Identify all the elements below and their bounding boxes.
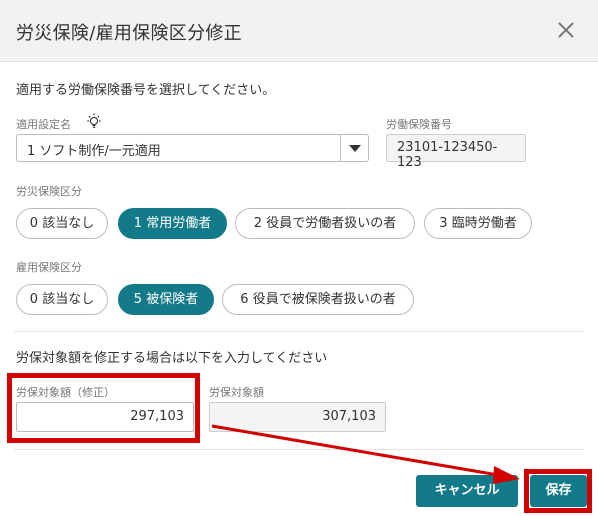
arrow-shaft [211,424,499,477]
setting-select-value: 1 ソフト制作/一元適用 [27,144,161,159]
rosai-label: 労災保険区分 [16,185,82,198]
close-icon[interactable] [554,18,578,42]
rosai-option-0[interactable]: 0 該当なし [16,208,108,239]
section-divider [14,331,584,332]
rosai-option-3[interactable]: 3 臨時労働者 [424,208,532,239]
rosai-option-1[interactable]: 1 常用労働者 [118,208,227,239]
dialog-title: 労災保険/雇用保険区分修正 [16,23,242,44]
instruction-text: 適用する労働保険番号を選択してください。 [16,83,276,98]
lightbulb-icon[interactable] [86,113,102,129]
koyo-option-2[interactable]: 6 役員で被保険者扱いの者 [222,284,414,315]
footer-divider [14,449,584,450]
dialog-header: 労災保険/雇用保険区分修正 [0,0,598,62]
chevron-down-icon[interactable] [340,135,368,161]
insurance-number-label: 労働保険番号 [386,118,452,131]
setting-label: 適用設定名 [16,118,71,131]
original-amount-label: 労保対象額 [209,386,264,399]
koyo-option-1[interactable]: 5 被保険者 [118,284,214,315]
correction-dialog: 労災保険/雇用保険区分修正 適用する労働保険番号を選択してください。 適用設定名… [0,0,598,516]
original-amount-value: 307,103 [209,402,386,432]
input-highlight-annotation [7,373,200,443]
insurance-number-value: 23101-123450-123 [386,134,526,170]
amount-instruction: 労保対象額を修正する場合は以下を入力してください [16,351,328,366]
cancel-button[interactable]: キャンセル [416,475,518,507]
save-highlight-annotation [524,469,592,513]
koyo-label: 雇用保険区分 [16,261,82,274]
setting-select[interactable]: 1 ソフト制作/一元適用 [16,134,369,162]
rosai-option-2[interactable]: 2 役員で労働者扱いの者 [235,208,415,239]
koyo-option-0[interactable]: 0 該当なし [16,284,108,315]
